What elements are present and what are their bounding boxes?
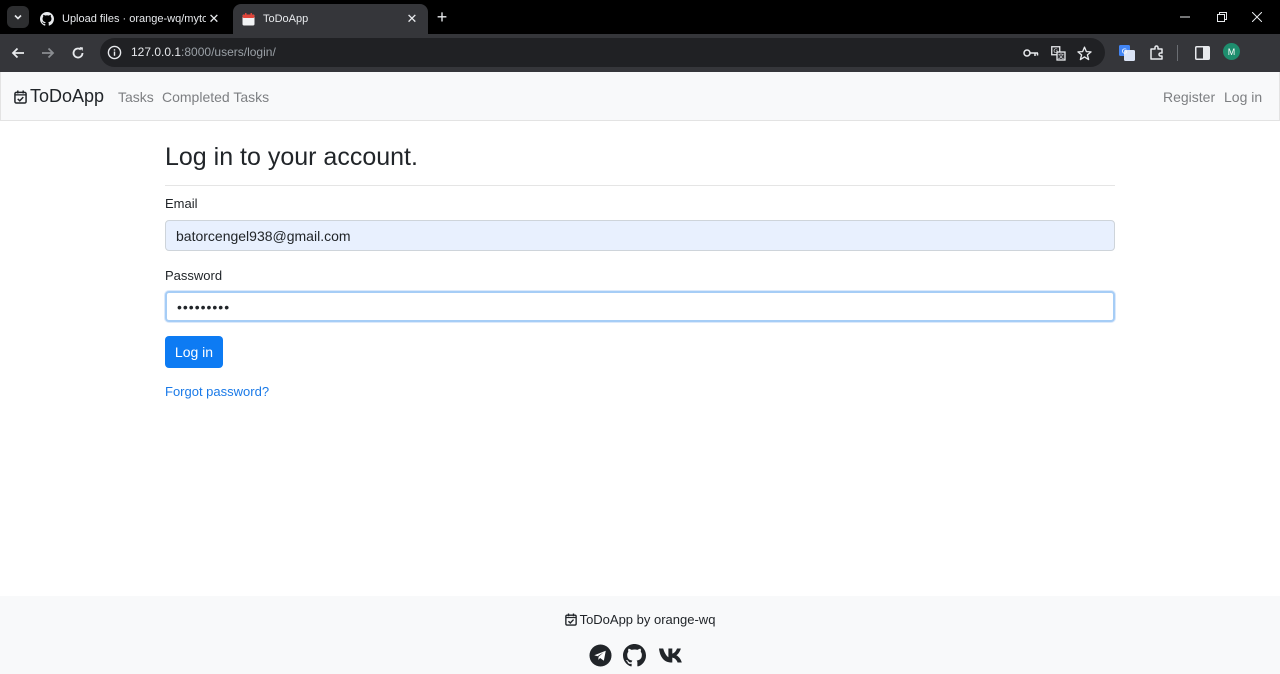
side-panel-icon[interactable] <box>1193 44 1211 62</box>
browser-tab-upload[interactable]: Upload files · orange-wq/mytod ✕ <box>32 4 230 34</box>
telegram-icon[interactable] <box>588 643 612 667</box>
toolbar-divider <box>1176 44 1178 62</box>
github-icon <box>40 12 54 26</box>
new-tab-plus-icon[interactable]: + <box>432 7 452 27</box>
forgot-password-link[interactable]: Forgot password? <box>165 384 269 399</box>
email-field[interactable] <box>165 220 1115 251</box>
password-key-icon[interactable] <box>1023 45 1039 61</box>
navbar-brand[interactable]: ToDoApp <box>14 86 104 107</box>
footer-text: ToDoApp by orange-wq <box>579 612 716 627</box>
nav-link-login[interactable]: Log in <box>1224 89 1262 105</box>
password-field[interactable] <box>165 291 1115 322</box>
nav-link-register[interactable]: Register <box>1163 89 1215 105</box>
forward-arrow-icon[interactable] <box>36 41 60 65</box>
site-footer: ToDoApp by orange-wq <box>0 596 1280 674</box>
tab-title: Upload files · orange-wq/mytod <box>62 13 206 25</box>
svg-text:文: 文 <box>1057 52 1063 60</box>
password-label: Password <box>165 268 223 283</box>
email-label: Email <box>165 196 198 211</box>
vk-icon[interactable] <box>657 643 685 667</box>
site-info-icon[interactable] <box>107 45 122 60</box>
nav-link-completed-tasks[interactable]: Completed Tasks <box>162 89 269 105</box>
nav-link-tasks[interactable]: Tasks <box>118 89 154 105</box>
chevron-down-icon <box>14 14 22 20</box>
close-window-icon[interactable] <box>1234 0 1280 34</box>
url-text: 127.0.0.1:8000/users/login/ <box>131 45 276 59</box>
bookmark-star-icon[interactable] <box>1076 45 1092 61</box>
calendar-check-icon <box>564 613 577 626</box>
site-navbar: ToDoApp Tasks Completed Tasks Register L… <box>0 72 1280 121</box>
close-tab-icon[interactable]: ✕ <box>404 11 420 27</box>
google-translate-extension-icon[interactable]: G <box>1118 44 1136 62</box>
tab-title: ToDoApp <box>263 13 309 25</box>
address-bar[interactable]: 127.0.0.1:8000/users/login/ 文G <box>100 38 1105 67</box>
page-title: Log in to your account. <box>165 143 418 171</box>
calendar-check-icon <box>14 90 27 104</box>
browser-tabstrip: Upload files · orange-wq/mytod ✕ ToDoApp… <box>0 0 1280 34</box>
translate-icon[interactable]: 文G <box>1050 45 1066 61</box>
svg-text:G: G <box>1053 48 1058 55</box>
brand-name: ToDoApp <box>30 86 105 106</box>
tab-search-button[interactable] <box>7 6 29 28</box>
github-icon[interactable] <box>622 643 646 667</box>
url-path: :8000/users/login/ <box>181 45 276 59</box>
footer-credit: ToDoApp by orange-wq <box>0 612 1280 627</box>
close-tab-icon[interactable]: ✕ <box>206 11 222 27</box>
browser-toolbar: 127.0.0.1:8000/users/login/ 文G G <box>0 34 1280 72</box>
browser-tab-todoapp[interactable]: ToDoApp ✕ <box>233 4 428 34</box>
url-host: 127.0.0.1 <box>131 45 182 59</box>
back-arrow-icon[interactable] <box>6 41 30 65</box>
calendar-icon <box>241 12 255 26</box>
reload-icon[interactable] <box>66 41 90 65</box>
login-button[interactable]: Log in <box>165 336 223 368</box>
profile-avatar[interactable]: M <box>1223 43 1240 60</box>
extensions-puzzle-icon[interactable] <box>1148 44 1166 62</box>
svg-text:G: G <box>1122 48 1127 56</box>
title-divider <box>165 185 1115 186</box>
